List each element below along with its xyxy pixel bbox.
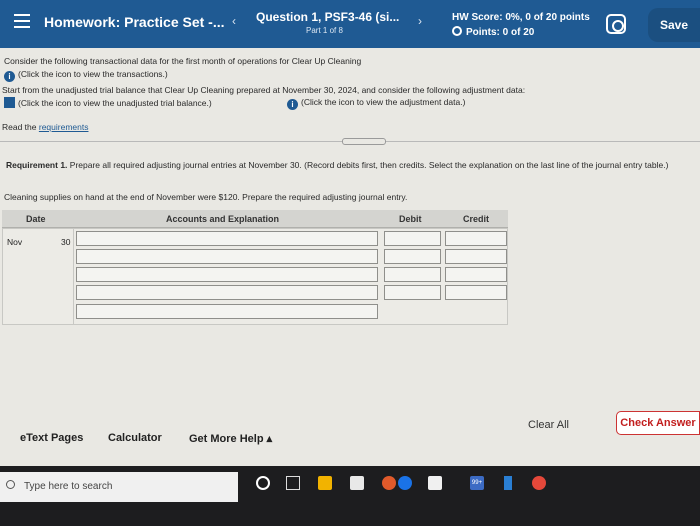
etext-pages-link[interactable]: eText Pages: [20, 432, 83, 444]
transactions-link[interactable]: (Click the icon to view the transactions…: [18, 69, 168, 79]
explanation-input[interactable]: [76, 304, 378, 319]
requirement-label: Requirement 1.: [6, 160, 68, 170]
trial-balance-link[interactable]: (Click the icon to view the unadjusted t…: [18, 98, 212, 108]
requirement-text: Requirement 1. Prepare all required adju…: [6, 160, 700, 170]
check-answer-button[interactable]: Check Answer: [616, 411, 700, 435]
header-credit: Credit: [463, 214, 490, 224]
debit-input[interactable]: [384, 249, 441, 264]
transactions-row[interactable]: i (Click the icon to view the transaction…: [4, 69, 168, 82]
trial-balance-intro: Start from the unadjusted trial balance …: [2, 85, 526, 95]
header-date: Date: [26, 214, 46, 224]
credit-input[interactable]: [445, 267, 507, 282]
read-prefix: Read the: [2, 122, 37, 132]
save-button[interactable]: Save: [648, 8, 700, 42]
clear-all-button[interactable]: Clear All: [528, 419, 569, 431]
task-view-icon[interactable]: [286, 476, 300, 490]
account-input[interactable]: [76, 231, 378, 246]
header-debit: Debit: [399, 214, 422, 224]
info-icon[interactable]: i: [287, 99, 298, 110]
question-prompt: Cleaning supplies on hand at the end of …: [4, 192, 408, 202]
settings-icon[interactable]: [606, 14, 626, 34]
app-icon[interactable]: [350, 476, 364, 490]
previous-question-icon[interactable]: ‹: [232, 14, 236, 28]
calculator-link[interactable]: Calculator: [108, 432, 162, 444]
debit-input[interactable]: [384, 267, 441, 282]
account-input[interactable]: [76, 249, 378, 264]
credit-input[interactable]: [445, 249, 507, 264]
app-icon[interactable]: [504, 476, 512, 490]
document-icon[interactable]: [4, 97, 15, 108]
requirement-instructions: Prepare all required adjusting journal e…: [69, 160, 669, 170]
get-more-help-link[interactable]: Get More Help ▴: [189, 432, 272, 445]
homework-title[interactable]: Homework: Practice Set -...: [44, 14, 225, 30]
account-input[interactable]: [76, 267, 378, 282]
debit-input[interactable]: [384, 231, 441, 246]
taskbar-search-box[interactable]: Type here to search: [0, 472, 238, 502]
mail-icon[interactable]: 99+: [470, 476, 484, 490]
credit-input[interactable]: [445, 231, 507, 246]
menu-icon[interactable]: [14, 14, 30, 28]
file-explorer-icon[interactable]: [318, 476, 332, 490]
chrome-icon[interactable]: [532, 476, 546, 490]
date-day: 30: [61, 237, 71, 247]
adjustment-row[interactable]: i (Click the icon to view the adjustment …: [287, 97, 465, 110]
cortana-icon[interactable]: [256, 476, 270, 490]
info-icon[interactable]: i: [4, 71, 15, 82]
next-question-icon[interactable]: ›: [418, 14, 422, 28]
read-requirements: Read the requirements: [2, 122, 88, 132]
column-divider: [73, 229, 74, 325]
top-bar: Homework: Practice Set -... ‹ Question 1…: [0, 0, 700, 48]
store-icon[interactable]: [428, 476, 442, 490]
trial-balance-row[interactable]: (Click the icon to view the unadjusted t…: [4, 97, 212, 108]
divider-handle[interactable]: [342, 138, 386, 145]
date-month: Nov: [7, 237, 23, 247]
debit-input[interactable]: [384, 285, 441, 300]
journal-entry-table: Date Accounts and Explanation Debit Cred…: [2, 210, 508, 325]
requirements-link[interactable]: requirements: [39, 122, 89, 132]
taskbar-search-placeholder[interactable]: Type here to search: [24, 481, 112, 492]
edge-browser-icon[interactable]: [398, 476, 412, 490]
credit-input[interactable]: [445, 285, 507, 300]
app-icon[interactable]: [382, 476, 396, 490]
progress-ring-icon: [452, 26, 462, 36]
question-part: Part 1 of 8: [306, 26, 343, 35]
points-text: Points: 0 of 20: [466, 27, 535, 38]
question-title[interactable]: Question 1, PSF3-46 (si...: [256, 10, 399, 24]
account-input[interactable]: [76, 285, 378, 300]
intro-text: Consider the following transactional dat…: [4, 56, 362, 66]
hw-score: HW Score: 0%, 0 of 20 points: [452, 12, 590, 23]
search-icon: [6, 480, 15, 489]
table-body: Nov 30: [2, 228, 508, 325]
table-header: Date Accounts and Explanation Debit Cred…: [2, 210, 508, 228]
header-accounts: Accounts and Explanation: [166, 214, 280, 224]
adjustment-link[interactable]: (Click the icon to view the adjustment d…: [301, 97, 465, 107]
points-status: Points: 0 of 20: [452, 26, 534, 38]
taskbar: Type here to search 99+: [0, 466, 700, 526]
